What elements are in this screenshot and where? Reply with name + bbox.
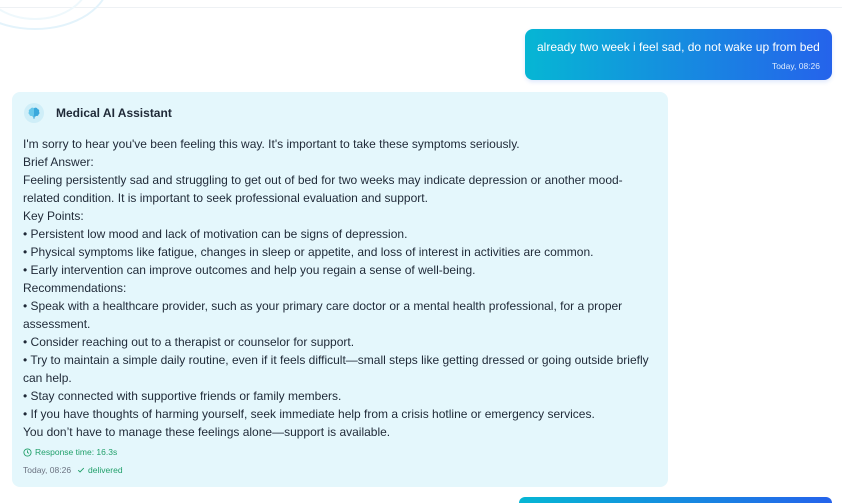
response-time: Response time: 16.3s (23, 447, 117, 457)
top-bar (0, 0, 842, 8)
delivery-status-text: delivered (88, 465, 123, 475)
message-line: You don’t have to manage these feelings … (23, 425, 391, 439)
message-line: Key Points: (23, 209, 84, 223)
response-time-text: Response time: 16.3s (35, 447, 118, 457)
assistant-message-bubble: Medical AI Assistant I'm sorry to hear y… (12, 92, 668, 487)
check-icon (77, 466, 85, 474)
assistant-message-time: Today, 08:26 (23, 465, 72, 475)
brain-icon (24, 103, 44, 123)
message-line: • Early intervention can improve outcome… (23, 263, 476, 277)
assistant-message-body: I'm sorry to hear you've been feeling th… (23, 135, 663, 441)
user-message-time: Today, 08:26 (771, 61, 820, 71)
message-line: • Physical symptoms like fatigue, change… (23, 245, 594, 259)
message-line: Feeling persistently sad and struggling … (23, 173, 623, 187)
message-line: can help. (23, 371, 72, 385)
message-line: assessment. (23, 317, 91, 331)
message-line: related condition. It is important to se… (23, 191, 428, 205)
message-line: Recommendations: (23, 281, 127, 295)
message-line: • Consider reaching out to a therapist o… (23, 335, 355, 349)
assistant-header: Medical AI Assistant (24, 103, 172, 123)
message-line: I'm sorry to hear you've been feeling th… (23, 137, 520, 151)
next-user-message-bubble (519, 497, 832, 503)
message-line: Brief Answer: (23, 155, 94, 169)
user-message-bubble: already two week i feel sad, do not wake… (525, 29, 832, 80)
message-line: • If you have thoughts of harming yourse… (23, 407, 595, 421)
message-line: • Try to maintain a simple daily routine… (23, 353, 649, 367)
user-message-text: already two week i feel sad, do not wake… (537, 40, 820, 54)
delivery-status: delivered (77, 465, 123, 475)
assistant-name: Medical AI Assistant (56, 106, 172, 120)
message-line: • Speak with a healthcare provider, such… (23, 299, 623, 313)
message-line: • Stay connected with supportive friends… (23, 389, 342, 403)
clock-icon (23, 447, 32, 457)
message-line: • Persistent low mood and lack of motiva… (23, 227, 408, 241)
assistant-message-meta: Today, 08:26 delivered (23, 465, 123, 475)
